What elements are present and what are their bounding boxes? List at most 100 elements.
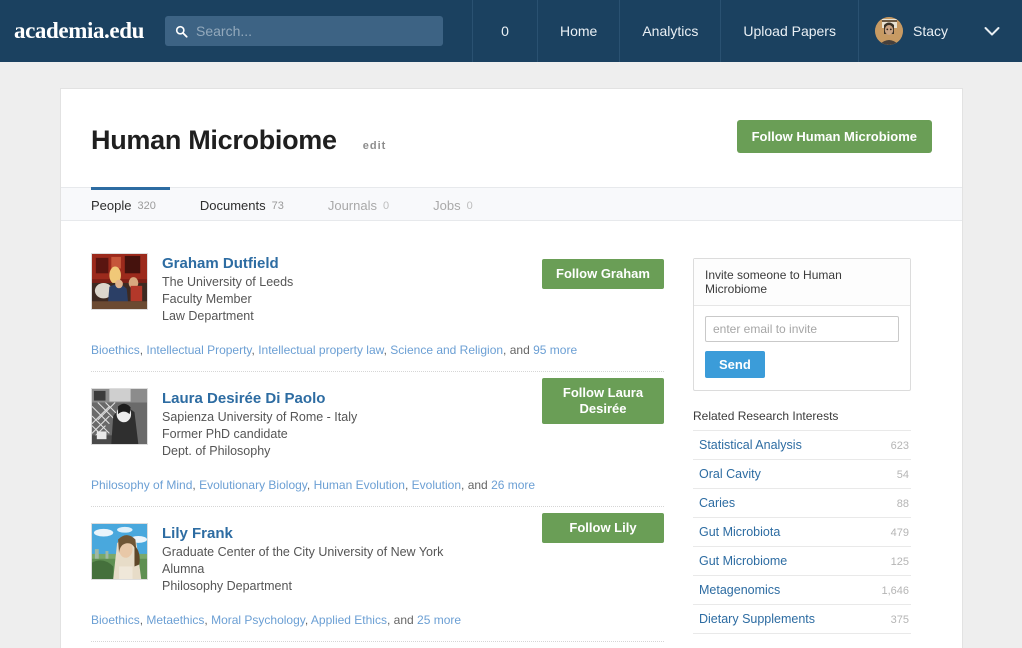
person-tag[interactable]: Metaethics	[146, 613, 204, 627]
person-tags: Philosophy of Mind, Evolutionary Biology…	[91, 477, 664, 493]
tab-journals-label: Journals	[328, 198, 377, 213]
nav-items: 0 Home Analytics Upload Papers	[472, 0, 1022, 62]
tag-separator: ,	[140, 613, 147, 627]
person-row: Lily Frank Graduate Center of the City U…	[91, 507, 664, 642]
person-tag[interactable]: Science and Religion	[390, 343, 503, 357]
edit-link[interactable]: edit	[363, 140, 387, 152]
tab-documents[interactable]: Documents 73	[200, 187, 298, 221]
nav-item-analytics[interactable]: Analytics	[619, 0, 720, 62]
tag-separator: ,	[307, 478, 314, 492]
person-tag[interactable]: Bioethics	[91, 613, 140, 627]
user-avatar	[875, 17, 903, 45]
user-name-label: Stacy	[913, 23, 948, 39]
related-interest-count: 375	[891, 614, 909, 626]
related-interest-row[interactable]: Statistical Analysis 623	[693, 430, 911, 459]
person-tag[interactable]: Intellectual Property	[146, 343, 251, 357]
card-header: Human Microbiome edit Follow Human Micro…	[61, 89, 962, 187]
person-photo[interactable]	[91, 523, 148, 580]
follow-person-button[interactable]: Follow Graham	[542, 259, 664, 289]
person-name[interactable]: Graham Dutfield	[162, 255, 279, 273]
related-interest-label[interactable]: Gut Microbiota	[699, 525, 780, 539]
person-department: Philosophy Department	[162, 579, 664, 594]
user-menu-toggle[interactable]	[962, 0, 1022, 62]
search-input[interactable]	[196, 16, 433, 46]
person-photo[interactable]	[91, 253, 148, 310]
invite-email-input[interactable]	[705, 316, 899, 342]
related-interest-row[interactable]: Gut Microbiota 479	[693, 517, 911, 546]
related-interest-row[interactable]: Oral Cavity 54	[693, 459, 911, 488]
top-navigation-bar: academia.edu 0 Home Analytics Upload Pap…	[0, 0, 1022, 62]
related-interest-count: 623	[891, 440, 909, 452]
and-label: and	[468, 478, 488, 492]
related-interest-label[interactable]: Gut Microbiome	[699, 554, 787, 568]
person-tag[interactable]: Evolutionary Biology	[199, 478, 307, 492]
search-box[interactable]	[165, 16, 443, 46]
follow-person-button[interactable]: Follow Lily	[542, 513, 664, 543]
tag-separator: ,	[387, 613, 394, 627]
related-interest-row[interactable]: Caries 88	[693, 488, 911, 517]
related-interest-row[interactable]: Dietary Supplements 375	[693, 604, 911, 633]
related-interest-count: 88	[897, 498, 909, 510]
tab-journals[interactable]: Journals 0	[328, 187, 403, 221]
search-zone	[165, 0, 443, 62]
tab-jobs[interactable]: Jobs 0	[433, 187, 487, 221]
tab-jobs-label: Jobs	[433, 198, 460, 213]
related-interest-label[interactable]: Oral Cavity	[699, 467, 761, 481]
person-tag[interactable]: Philosophy of Mind	[91, 478, 192, 492]
related-interest-label[interactable]: Metagenomics	[699, 583, 780, 597]
tab-people[interactable]: People 320	[91, 187, 170, 221]
person-tags-more[interactable]: 25 more	[417, 613, 461, 627]
content-card: Human Microbiome edit Follow Human Micro…	[60, 88, 963, 648]
person-tag[interactable]: Applied Ethics	[311, 613, 387, 627]
tab-jobs-count: 0	[467, 200, 473, 212]
people-list: Graham Dutfield The University of Leeds …	[91, 253, 664, 648]
person-row: Graham Dutfield The University of Leeds …	[91, 253, 664, 372]
related-interest-row[interactable]: Metagenomics 1,646	[693, 575, 911, 604]
nav-item-home[interactable]: Home	[537, 0, 619, 62]
follow-topic-button[interactable]: Follow Human Microbiome	[737, 120, 932, 153]
search-icon	[175, 25, 188, 38]
tab-documents-count: 73	[272, 200, 284, 212]
related-interest-row-partial[interactable]	[693, 633, 911, 648]
person-name[interactable]: Lily Frank	[162, 525, 233, 543]
nav-item-upload-papers[interactable]: Upload Papers	[720, 0, 858, 62]
person-name[interactable]: Laura Desirée Di Paolo	[162, 390, 325, 408]
person-tag[interactable]: Moral Psychology	[211, 613, 305, 627]
related-interest-count: 1,646	[881, 585, 909, 597]
tag-separator: ,	[503, 343, 510, 357]
nav-item-user-menu[interactable]: Stacy	[858, 0, 962, 62]
invite-box: Invite someone to Human Microbiome Send	[693, 258, 911, 391]
person-tags: Bioethics, Intellectual Property, Intell…	[91, 342, 664, 358]
person-photo[interactable]	[91, 388, 148, 445]
related-interest-label[interactable]: Caries	[699, 496, 735, 510]
person-tag[interactable]: Bioethics	[91, 343, 140, 357]
tag-separator: ,	[204, 613, 211, 627]
related-interest-label[interactable]: Dietary Supplements	[699, 612, 815, 626]
tab-journals-count: 0	[383, 200, 389, 212]
brand-zone: academia.edu	[0, 0, 165, 62]
person-tag[interactable]: Intellectual property law	[258, 343, 383, 357]
related-interest-label[interactable]: Statistical Analysis	[699, 438, 802, 452]
tab-documents-label: Documents	[200, 198, 266, 213]
related-interests-heading: Related Research Interests	[693, 409, 911, 430]
related-interest-row[interactable]: Gut Microbiome 125	[693, 546, 911, 575]
person-row: Laura Desirée Di Paolo Sapienza Universi…	[91, 372, 664, 507]
send-invite-button[interactable]: Send	[705, 351, 765, 378]
person-department: Dept. of Philosophy	[162, 444, 664, 459]
and-label: and	[510, 343, 530, 357]
nav-spacer	[443, 0, 472, 62]
card-body: Graham Dutfield The University of Leeds …	[61, 221, 962, 648]
person-tag[interactable]: Evolution	[412, 478, 461, 492]
person-tags-more[interactable]: 95 more	[533, 343, 577, 357]
person-role: Alumna	[162, 562, 664, 577]
page-title: Human Microbiome	[91, 125, 337, 156]
site-logo[interactable]: academia.edu	[14, 18, 144, 44]
nav-item-notifications-count[interactable]: 0	[472, 0, 537, 62]
person-tags-more[interactable]: 26 more	[491, 478, 535, 492]
tag-separator: ,	[461, 478, 468, 492]
tab-people-count: 320	[137, 200, 155, 212]
person-tag[interactable]: Human Evolution	[314, 478, 405, 492]
follow-person-button[interactable]: Follow Laura Desirée	[542, 378, 664, 424]
related-interest-count: 54	[897, 469, 909, 481]
invite-heading: Invite someone to Human Microbiome	[694, 259, 910, 306]
